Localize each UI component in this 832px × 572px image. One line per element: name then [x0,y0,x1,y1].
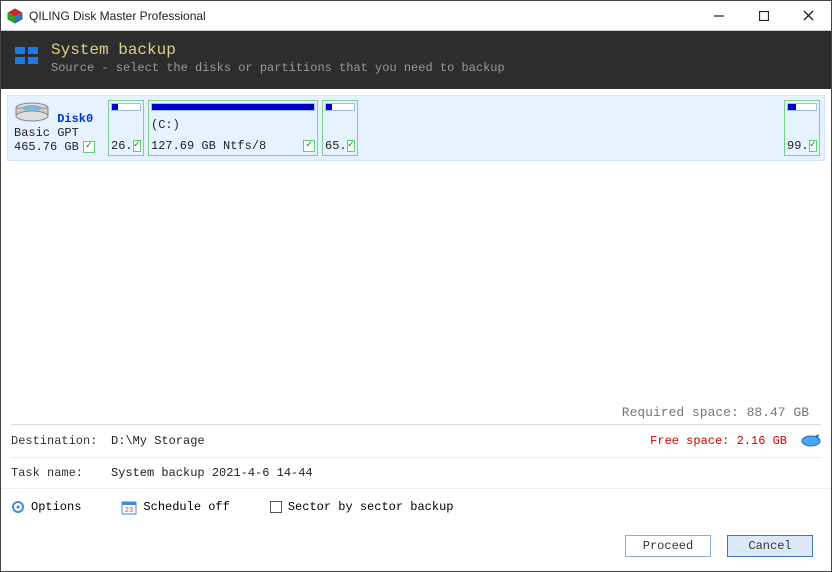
partition-box-c[interactable]: (C:) 127.69 GB Ntfs/8 ✓ [148,100,318,156]
task-name-row: Task name: System backup 2021-4-6 14-44 [11,457,821,488]
schedule-button[interactable]: 23 Schedule off [121,499,229,515]
title-bar: QILING Disk Master Professional [1,1,831,31]
close-icon [803,10,814,21]
options-button[interactable]: Options [11,500,81,514]
partition-checkbox[interactable]: ✓ [347,140,355,152]
required-space: Required space: 88.47 GB [1,397,831,424]
cancel-button[interactable]: Cancel [727,535,813,557]
source-panel: Disk0 Basic GPT 465.76 GB ✓ 26. ✓ (C:) 1… [1,89,831,397]
destination-row: Destination: D:\My Storage Free space: 2… [11,424,821,457]
maximize-button[interactable] [741,1,786,31]
svg-text:23: 23 [125,507,133,515]
partition-box-1[interactable]: 26. ✓ [108,100,144,156]
disk-capacity: 465.76 GB [14,140,79,154]
free-space: Free space: 2.16 GB [650,434,787,448]
options-row: Options 23 Schedule off Sector by sector… [1,488,831,525]
disk-type: Basic GPT [14,126,104,140]
hdd-icon [14,102,50,122]
sector-backup-label: Sector by sector backup [288,500,454,514]
partition-label: 127.69 GB Ntfs/8 [151,139,266,153]
browse-destination-icon[interactable] [801,433,821,449]
maximize-icon [759,11,769,21]
page-subtitle: Source - select the disks or partitions … [51,61,817,75]
task-name-value[interactable]: System backup 2021-4-6 14-44 [111,466,821,480]
disk-name: Disk0 [57,112,93,126]
disk-row: Disk0 Basic GPT 465.76 GB ✓ 26. ✓ (C:) 1… [7,95,825,161]
destination-label: Destination: [11,434,111,448]
sector-backup-checkbox[interactable]: Sector by sector backup [270,500,454,514]
partition-label: 26. [111,139,133,153]
minimize-icon [714,11,724,21]
page-header: System backup Source - select the disks … [1,31,831,89]
window-controls [696,1,831,31]
minimize-button[interactable] [696,1,741,31]
bottom-rows: Destination: D:\My Storage Free space: 2… [1,424,831,488]
task-name-label: Task name: [11,466,111,480]
partition-label: 65. [325,139,347,153]
proceed-button[interactable]: Proceed [625,535,711,557]
page-title: System backup [51,41,817,59]
partition-box-4[interactable]: 99. ✓ [784,100,820,156]
disk-info[interactable]: Disk0 Basic GPT 465.76 GB ✓ [12,100,104,156]
app-logo-icon [7,8,23,24]
close-button[interactable] [786,1,831,31]
partition-label: 99. [787,139,809,153]
partition-checkbox[interactable]: ✓ [303,140,315,152]
gear-icon [11,500,25,514]
tiles-icon [15,45,41,67]
schedule-label: Schedule off [143,500,229,514]
window-title: QILING Disk Master Professional [29,9,696,23]
options-label: Options [31,500,81,514]
disk-checkbox[interactable]: ✓ [83,141,95,153]
partition-drive: (C:) [151,118,315,132]
partition-checkbox[interactable]: ✓ [809,140,817,152]
checkbox-icon [270,501,282,513]
calendar-icon: 23 [121,499,137,515]
button-row: Proceed Cancel [1,525,831,571]
destination-value[interactable]: D:\My Storage [111,434,650,448]
partition-checkbox[interactable]: ✓ [133,140,141,152]
partition-box-3[interactable]: 65. ✓ [322,100,358,156]
